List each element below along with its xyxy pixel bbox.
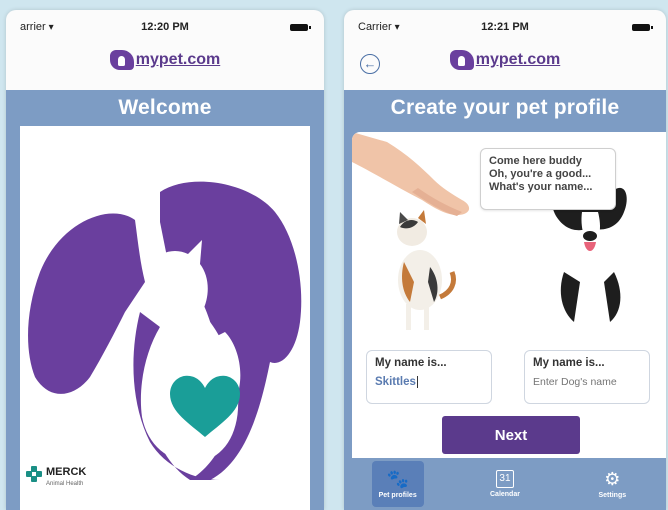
status-bar: Carrier ▾ 12:21 PM <box>344 18 666 38</box>
sponsor-subtitle: Animal Health <box>46 481 84 487</box>
app-logo: mypet.com <box>344 50 666 84</box>
profile-panel: Come here buddy Oh, you're a good... Wha… <box>344 126 666 510</box>
tab-label: Calendar <box>490 491 520 498</box>
status-bar: arrier ▾ 12:20 PM <box>6 18 324 38</box>
cat-name-value: Skittles <box>375 376 416 389</box>
logo-text: mypet.com <box>475 51 561 68</box>
tab-label: Settings <box>598 492 627 499</box>
welcome-screen: arrier ▾ 12:20 PM mypet.com Welcome MERC… <box>6 10 324 510</box>
app-logo: mypet.com <box>6 50 324 84</box>
page-title: Welcome <box>6 90 324 126</box>
welcome-panel: MERCK Animal Health <box>6 126 324 510</box>
battery-icon <box>290 24 311 31</box>
mypet-logo-icon <box>449 50 474 70</box>
battery-icon <box>632 24 653 31</box>
calendar-day: 31 <box>499 473 511 484</box>
calendar-icon: 31 <box>495 470 514 488</box>
status-time: 12:21 PM <box>481 21 529 33</box>
gear-icon: ⚙ <box>604 469 621 489</box>
dog-photo <box>551 187 627 340</box>
status-time: 12:20 PM <box>141 21 189 33</box>
tab-label: Pet profiles <box>378 492 417 499</box>
sponsor-name: MERCK <box>46 466 87 478</box>
cat-name-field[interactable]: Skittles <box>375 376 483 388</box>
dog-name-card[interactable]: My name is... <box>524 350 650 404</box>
cat-photo <box>397 210 456 330</box>
speech-line-2: Oh, you're a good... <box>489 168 592 180</box>
pet-profile-icon: 🐾 <box>386 469 409 489</box>
text-caret <box>416 376 418 388</box>
dog-name-label: My name is... <box>533 357 605 369</box>
dog-cat-illustration <box>28 181 302 480</box>
page-title: Create your pet profile <box>344 90 666 126</box>
cat-name-card[interactable]: My name is... Skittles <box>366 350 492 404</box>
merck-icon <box>26 466 42 482</box>
speech-bubble: Come here buddy Oh, you're a good... Wha… <box>480 148 616 210</box>
speech-line-3: What's your name... <box>489 181 593 193</box>
tab-calendar[interactable]: 31 Calendar <box>479 461 531 507</box>
speech-line-1: Come here buddy <box>489 155 582 167</box>
mypet-logo-icon <box>109 50 134 70</box>
cat-name-label: My name is... <box>375 357 447 369</box>
tab-settings[interactable]: ⚙ Settings <box>586 461 638 507</box>
merck-logo: MERCK Animal Health <box>26 466 86 490</box>
next-button[interactable]: Next <box>442 416 580 454</box>
dog-name-input[interactable] <box>533 376 641 388</box>
human-hand <box>352 132 470 216</box>
logo-text: mypet.com <box>135 51 221 68</box>
tab-bar: 🐾 Pet profiles 31 Calendar ⚙ Settings <box>344 458 666 510</box>
create-profile-screen: Carrier ▾ 12:21 PM ← mypet.com Create you… <box>344 10 666 510</box>
tab-pet-profiles[interactable]: 🐾 Pet profiles <box>371 461 424 507</box>
